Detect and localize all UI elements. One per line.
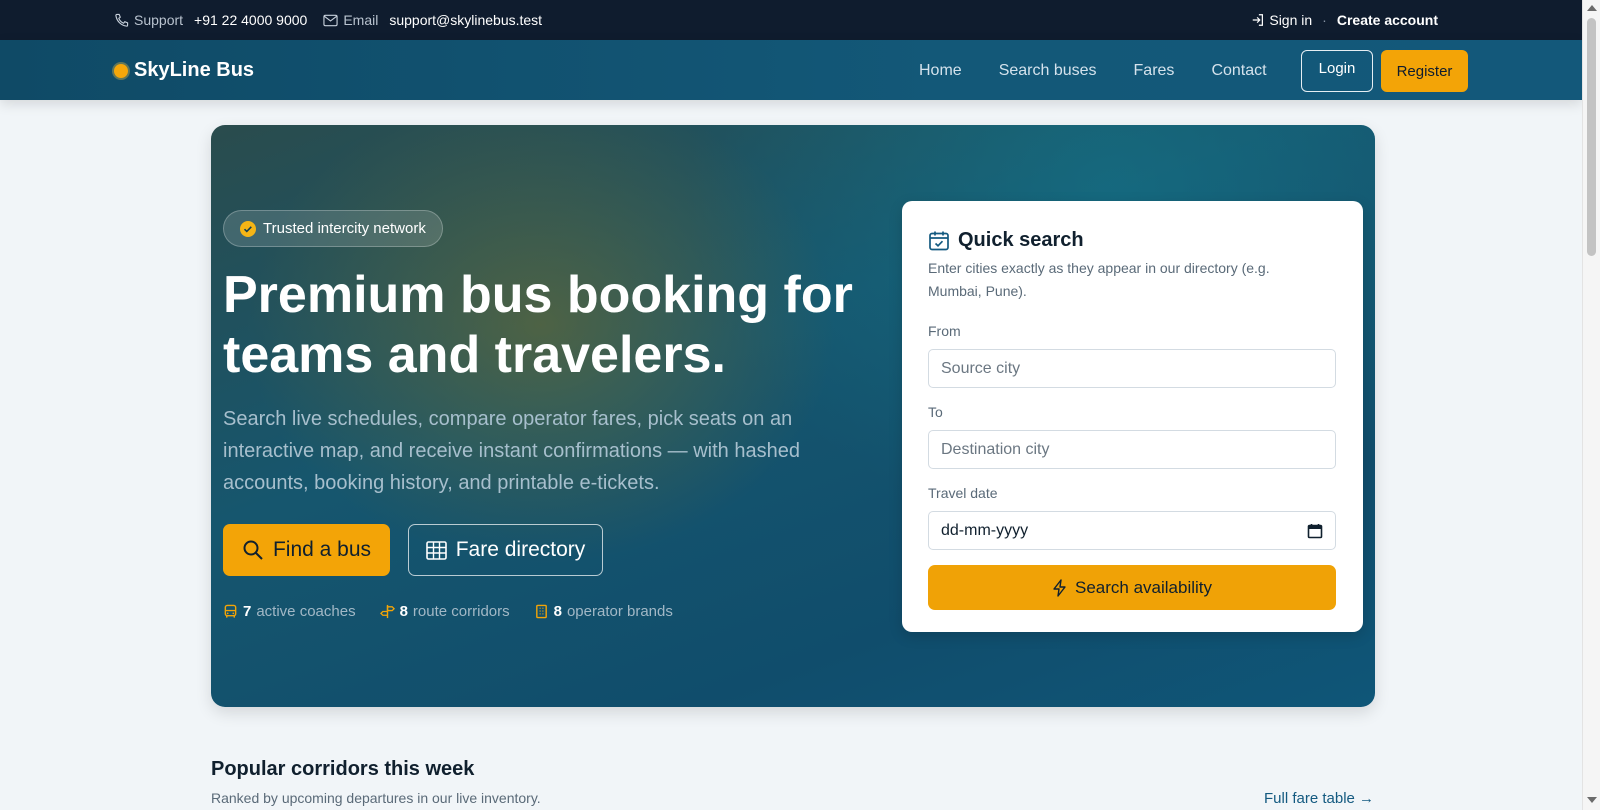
from-placeholder: Source city bbox=[941, 359, 1021, 377]
stat-corridors-value: 8 bbox=[399, 603, 408, 620]
brand-name: SkyLine Bus bbox=[134, 59, 255, 81]
to-placeholder: Destination city bbox=[941, 440, 1050, 458]
phone-icon bbox=[115, 13, 129, 27]
fare-directory-button[interactable]: Fare directory bbox=[408, 524, 603, 576]
nav-search-buses[interactable]: Search buses bbox=[999, 62, 1097, 80]
email-contact: Email support@skylinebus.test bbox=[323, 12, 542, 28]
stat-coaches-label: active coaches bbox=[256, 603, 356, 620]
hero-section: Trusted intercity network Premium bus bo… bbox=[211, 125, 1375, 707]
bus-icon bbox=[224, 604, 237, 618]
quick-search-heading: Quick search bbox=[958, 229, 1084, 251]
scroll-up-arrow-icon[interactable] bbox=[1587, 5, 1597, 11]
badge-label: Trusted intercity network bbox=[263, 220, 426, 237]
top-utility-bar: Support +91 22 4000 9000 Email support@s… bbox=[0, 0, 1582, 40]
lightning-icon bbox=[1053, 578, 1066, 597]
calendar-check-icon bbox=[929, 231, 949, 250]
stat-corridors-label: route corridors bbox=[412, 603, 510, 620]
email-link[interactable]: support@skylinebus.test bbox=[389, 12, 542, 28]
travel-date-label: Travel date bbox=[928, 485, 998, 501]
brand-logo[interactable]: SkyLine Bus bbox=[114, 59, 254, 82]
quick-search-title: Quick search bbox=[928, 229, 1084, 252]
sign-in-icon bbox=[1253, 14, 1264, 26]
full-fare-table-link[interactable]: Full fare table → bbox=[1264, 790, 1374, 807]
to-label: To bbox=[928, 404, 943, 420]
scroll-down-arrow-icon[interactable] bbox=[1587, 797, 1597, 803]
email-label: Email bbox=[343, 12, 379, 28]
search-availability-button[interactable]: Search availability bbox=[928, 565, 1336, 610]
scrollbar-thumb[interactable] bbox=[1587, 18, 1596, 256]
register-button[interactable]: Register bbox=[1381, 50, 1468, 92]
support-contact: Support +91 22 4000 9000 bbox=[114, 12, 307, 28]
building-icon bbox=[535, 604, 547, 619]
sign-in-label: Sign in bbox=[1269, 12, 1313, 28]
envelope-icon bbox=[323, 14, 338, 26]
popular-corridors-subtitle: Ranked by upcoming departures in our liv… bbox=[211, 790, 541, 806]
from-city-input[interactable]: Source city bbox=[928, 349, 1336, 388]
nav-fares[interactable]: Fares bbox=[1134, 62, 1175, 80]
account-links: Sign in · Create account bbox=[1251, 12, 1438, 28]
stat-coaches: 7 active coaches bbox=[223, 603, 356, 620]
travel-date-input[interactable]: dd-mm-yyyy bbox=[928, 511, 1336, 550]
hero-subtitle: Search live schedules, compare operator … bbox=[223, 408, 800, 494]
stat-corridors: 8 route corridors bbox=[379, 603, 510, 620]
nav-links: Home Search buses Fares Contact bbox=[919, 62, 1267, 80]
stat-operators: 8 operator brands bbox=[534, 603, 673, 620]
find-bus-button[interactable]: Find a bus bbox=[223, 524, 390, 576]
popular-corridors-title: Popular corridors this week bbox=[211, 758, 475, 780]
separator: · bbox=[1322, 12, 1327, 28]
hero-stats: 7 active coaches 8 route corridors 8 ope… bbox=[223, 603, 673, 620]
signpost-icon bbox=[379, 604, 395, 619]
contact-info: Support +91 22 4000 9000 Email support@s… bbox=[114, 12, 558, 28]
quick-search-card: Quick search Enter cities exactly as the… bbox=[902, 201, 1363, 632]
stat-operators-value: 8 bbox=[553, 603, 562, 620]
nav-home[interactable]: Home bbox=[919, 62, 962, 80]
create-account-link[interactable]: Create account bbox=[1337, 12, 1438, 28]
hero-title: Premium bus booking for teams and travel… bbox=[223, 266, 853, 384]
login-button[interactable]: Login bbox=[1301, 50, 1373, 92]
from-label: From bbox=[928, 323, 961, 339]
verified-icon bbox=[240, 220, 256, 237]
trust-badge: Trusted intercity network bbox=[223, 210, 443, 247]
nav-contact[interactable]: Contact bbox=[1211, 62, 1266, 80]
stat-coaches-value: 7 bbox=[243, 603, 252, 620]
to-city-input[interactable]: Destination city bbox=[928, 430, 1336, 469]
find-bus-label: Find a bus bbox=[272, 538, 372, 561]
sign-in-link[interactable]: Sign in bbox=[1251, 12, 1312, 28]
search-availability-label: Search availability bbox=[1074, 577, 1212, 597]
fare-directory-label: Fare directory bbox=[455, 538, 586, 561]
support-phone[interactable]: +91 22 4000 9000 bbox=[194, 12, 307, 28]
support-label: Support bbox=[134, 12, 184, 28]
brand-dot-icon bbox=[114, 63, 128, 78]
page-scrollbar[interactable] bbox=[1582, 0, 1600, 810]
stat-operators-label: operator brands bbox=[566, 603, 673, 620]
calendar-picker-icon[interactable] bbox=[1307, 523, 1323, 539]
table-icon bbox=[425, 540, 447, 560]
quick-search-description: Enter cities exactly as they appear in o… bbox=[928, 260, 1270, 299]
date-placeholder: dd-mm-yyyy bbox=[941, 521, 1029, 539]
search-icon bbox=[243, 540, 263, 560]
